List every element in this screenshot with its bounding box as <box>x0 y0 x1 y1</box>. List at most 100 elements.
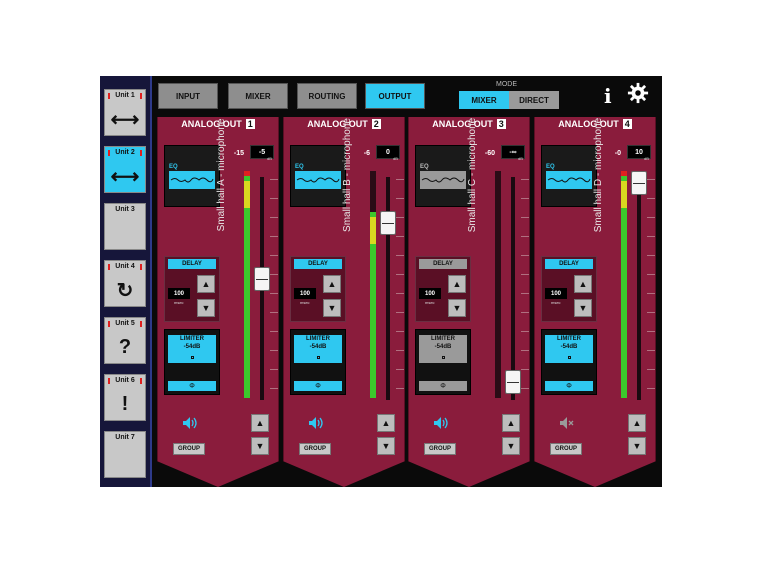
tab-routing[interactable]: ROUTING <box>297 83 357 109</box>
fader-scale-tick <box>270 388 278 389</box>
phase-button[interactable]: Φ <box>545 381 593 391</box>
meter-fill <box>244 176 250 398</box>
unit-label: Unit 6 <box>115 377 135 384</box>
gear-icon[interactable] <box>627 82 649 104</box>
channel-title-text: ANALOG OUT <box>307 119 368 129</box>
fader-scale-tick <box>396 369 404 370</box>
unit-3-button[interactable]: Unit 3 <box>104 203 146 250</box>
fader-scale-tick <box>270 369 278 370</box>
unit-6-button[interactable]: Unit 6! <box>104 374 146 421</box>
unit-label: Unit 4 <box>115 263 135 270</box>
tab-mixer[interactable]: MIXER <box>228 83 288 109</box>
unit-4-button[interactable]: Unit 4 ↻ <box>104 260 146 307</box>
unit-5-button[interactable]: Unit 5? <box>104 317 146 364</box>
delay-value[interactable]: 100 <box>419 288 441 299</box>
delay-toggle-button[interactable]: DELAY <box>545 259 593 269</box>
fader-scale-tick <box>270 293 278 294</box>
eq-button[interactable]: EQ <box>415 145 471 207</box>
delay-up-button[interactable]: ▲ <box>448 275 466 293</box>
fader-scale-tick <box>396 198 404 199</box>
fader-scale-tick <box>396 312 404 313</box>
fader-scale-tick <box>521 350 529 351</box>
arrows-horizontal-icon: ⟷ <box>110 165 140 188</box>
delay-down-button[interactable]: ▼ <box>448 299 466 317</box>
info-icon[interactable]: i <box>604 84 612 108</box>
gain-down-button[interactable]: ▼ <box>377 437 395 455</box>
channel-name: Small hall A - microphone <box>216 118 227 232</box>
delay-up-button[interactable]: ▲ <box>574 275 592 293</box>
gain-down-button[interactable]: ▼ <box>251 437 269 455</box>
level-meter <box>495 171 501 398</box>
delay-toggle-button[interactable]: DELAY <box>294 259 342 269</box>
limiter-threshold: -54dB <box>434 344 452 350</box>
limiter-button[interactable]: LIMITER -54dB <box>294 335 342 363</box>
limiter-button[interactable]: LIMITER -54dB <box>545 335 593 363</box>
delay-down-button[interactable]: ▼ <box>323 299 341 317</box>
gain-unit: dB <box>518 156 523 161</box>
unit-2-button[interactable]: Unit 2 ⟷ <box>104 146 146 193</box>
group-button[interactable]: GROUP <box>424 443 456 455</box>
delay-down-button[interactable]: ▼ <box>574 299 592 317</box>
mode-mixer-button[interactable]: MIXER <box>459 91 509 109</box>
limiter-button[interactable]: LIMITER -54dB <box>419 335 467 363</box>
eq-button[interactable]: EQ <box>541 145 597 207</box>
fader-track[interactable] <box>637 177 641 400</box>
limiter-indicator <box>191 356 194 359</box>
delay-up-button[interactable]: ▲ <box>323 275 341 293</box>
mode-direct-button[interactable]: DIRECT <box>509 91 559 109</box>
limiter-button[interactable]: LIMITER -54dB <box>168 335 216 363</box>
fader-scale-tick <box>521 369 529 370</box>
speaker-icon[interactable] <box>182 416 198 430</box>
delay-up-button[interactable]: ▲ <box>197 275 215 293</box>
fader-scale-tick <box>396 217 404 218</box>
delay-value[interactable]: 100 <box>168 288 190 299</box>
fader-knob[interactable] <box>380 211 396 235</box>
fader-scale-tick <box>396 236 404 237</box>
phase-button[interactable]: Φ <box>294 381 342 391</box>
limiter-label: LIMITER <box>431 336 455 342</box>
gain-up-button[interactable]: ▲ <box>377 414 395 432</box>
eq-button[interactable]: EQ <box>290 145 346 207</box>
speaker-icon[interactable] <box>308 416 324 430</box>
fader-scale-tick <box>396 179 404 180</box>
speaker-icon[interactable] <box>433 416 449 430</box>
delay-value[interactable]: 100 <box>294 288 316 299</box>
unit-1-button[interactable]: Unit 1 ⟷ <box>104 89 146 136</box>
phase-button[interactable]: Φ <box>419 381 467 391</box>
fader-knob[interactable] <box>254 267 270 291</box>
gain-db-readout: -0 <box>614 150 621 157</box>
gain-up-button[interactable]: ▲ <box>251 414 269 432</box>
arrows-horizontal-icon: ⟷ <box>110 108 140 131</box>
gain-up-button[interactable]: ▲ <box>628 414 646 432</box>
limiter-label: LIMITER <box>306 336 330 342</box>
group-button[interactable]: GROUP <box>550 443 582 455</box>
fader-track[interactable] <box>511 177 515 400</box>
speaker-muted-icon[interactable] <box>559 416 575 430</box>
delay-toggle-button[interactable]: DELAY <box>419 259 467 269</box>
fader-knob[interactable] <box>631 171 647 195</box>
fader-scale-tick <box>647 274 655 275</box>
tab-input[interactable]: INPUT <box>158 83 218 109</box>
eq-button[interactable]: EQ <box>164 145 220 207</box>
fader-scale-tick <box>270 331 278 332</box>
group-button[interactable]: GROUP <box>173 443 205 455</box>
delay-down-button[interactable]: ▼ <box>197 299 215 317</box>
delay-value[interactable]: 100 <box>545 288 567 299</box>
gain-down-button[interactable]: ▼ <box>502 437 520 455</box>
tab-output[interactable]: OUTPUT <box>365 83 425 109</box>
unit-label: Unit 3 <box>115 206 135 213</box>
limiter-panel: LIMITER -54dB Φ <box>541 329 597 395</box>
gain-down-button[interactable]: ▼ <box>628 437 646 455</box>
limiter-indicator <box>442 356 445 359</box>
eq-curve <box>546 171 592 189</box>
level-meter <box>244 171 250 398</box>
fader-scale-tick <box>396 388 404 389</box>
fader-knob[interactable] <box>505 370 521 394</box>
group-button[interactable]: GROUP <box>299 443 331 455</box>
unit-7-button[interactable]: Unit 7 <box>104 431 146 478</box>
phase-button[interactable]: Φ <box>168 381 216 391</box>
delay-toggle-button[interactable]: DELAY <box>168 259 216 269</box>
gain-unit: dB <box>267 156 272 161</box>
gain-up-button[interactable]: ▲ <box>502 414 520 432</box>
mode-label: MODE <box>496 81 517 88</box>
